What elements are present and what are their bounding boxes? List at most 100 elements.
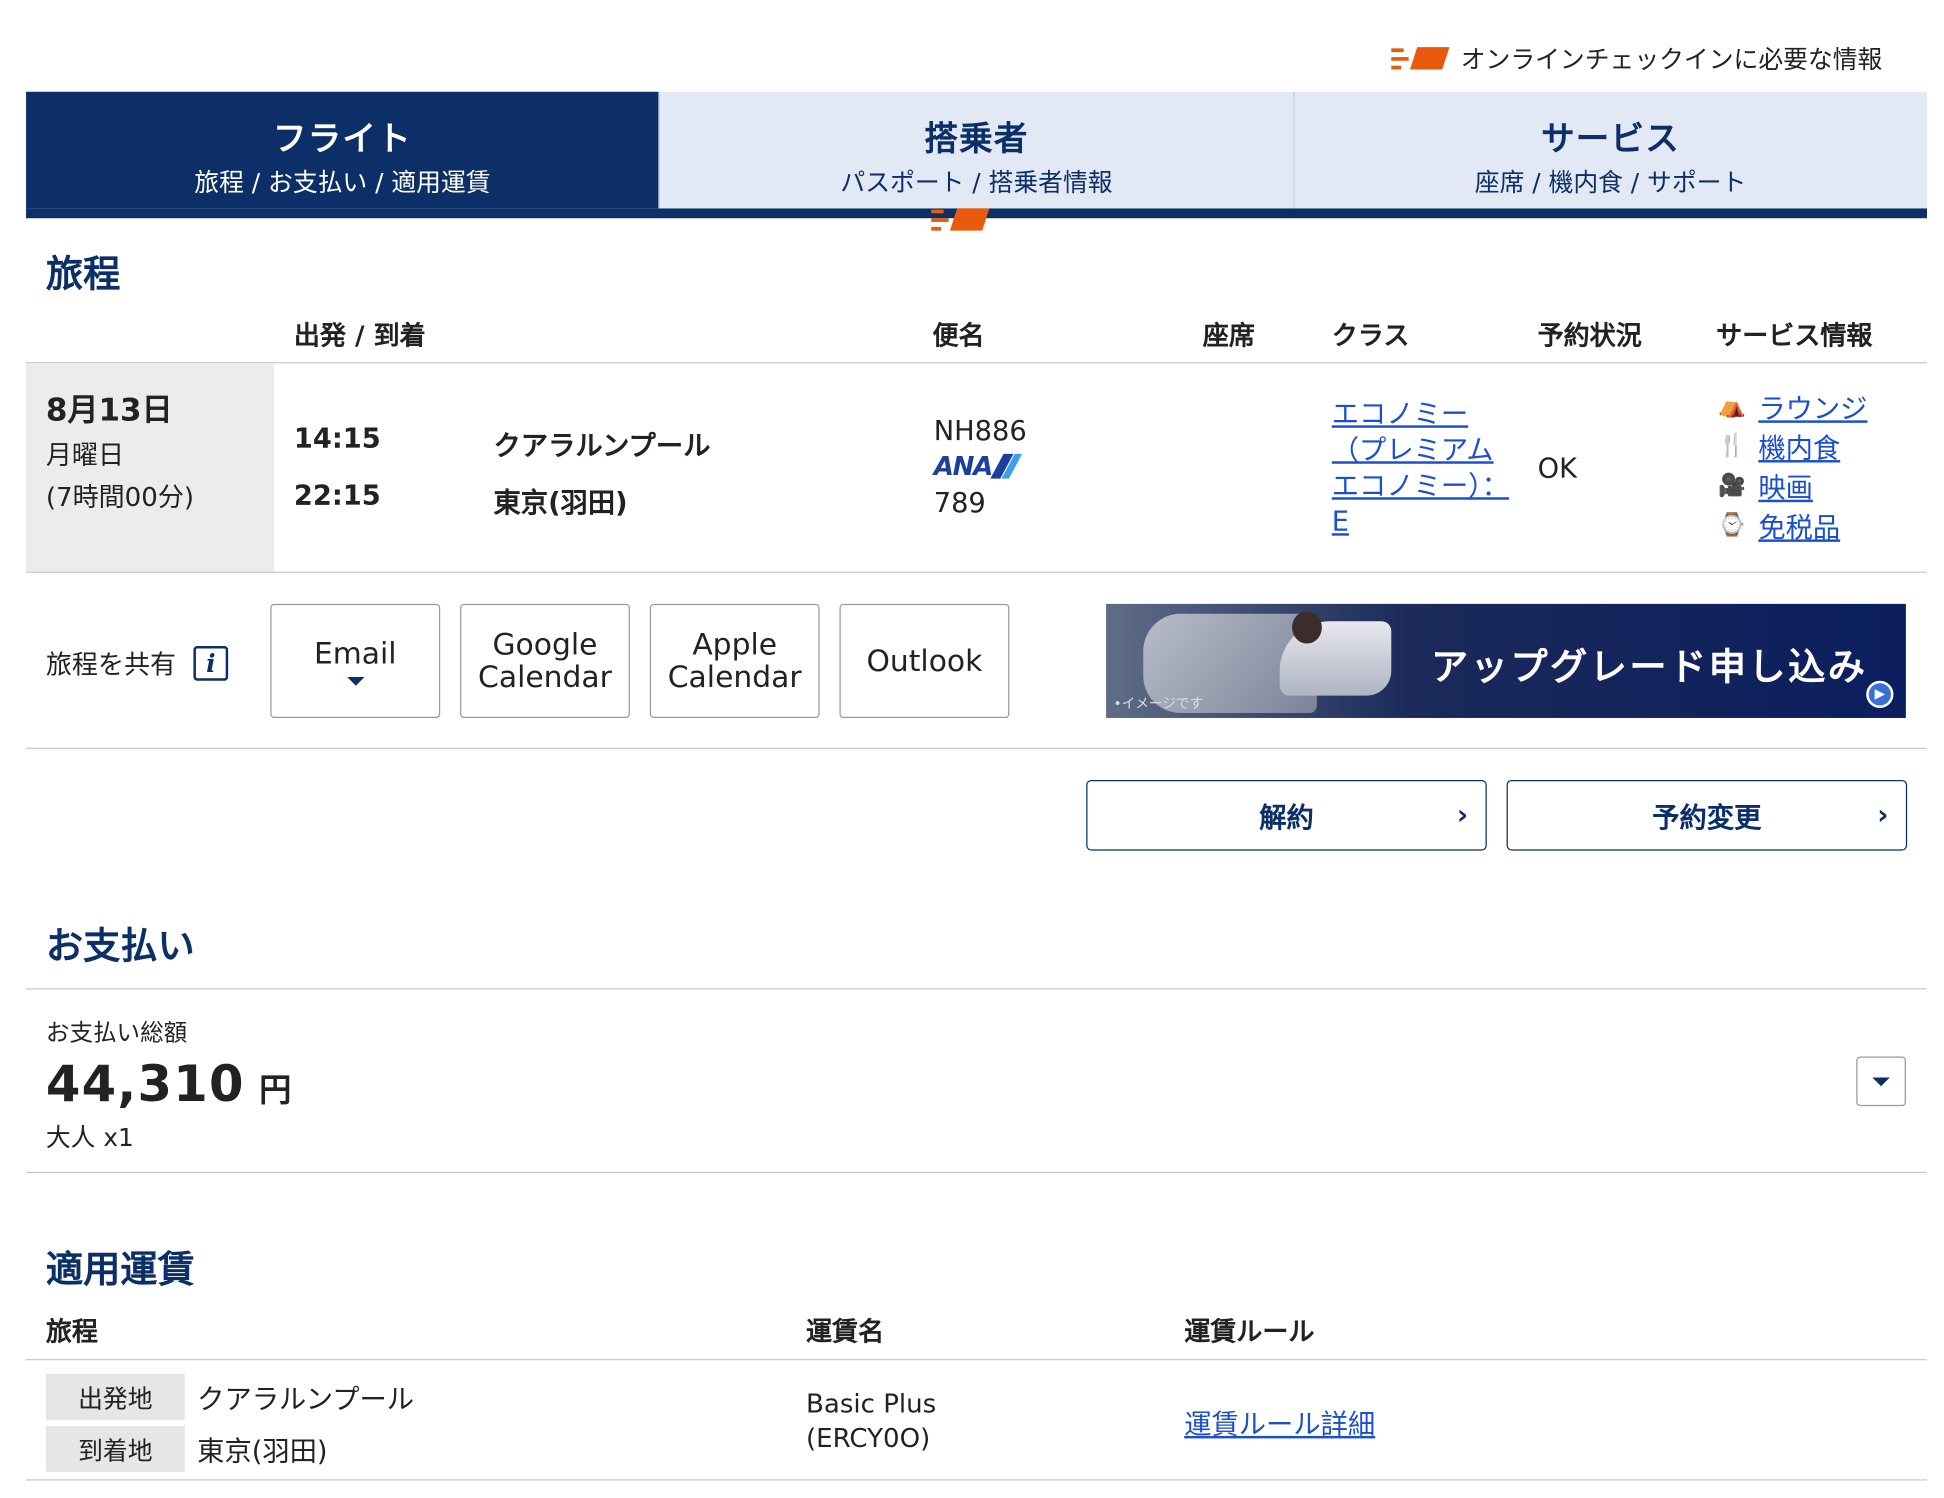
reservation-status: OK bbox=[1537, 453, 1577, 485]
service-lounge[interactable]: ⛺ ラウンジ bbox=[1716, 387, 1867, 427]
service-meal-label: 機内食 bbox=[1758, 434, 1841, 465]
origin-city: クアラルンプール bbox=[197, 1384, 415, 1416]
divider bbox=[26, 362, 1927, 364]
aircraft-type: 789 bbox=[933, 488, 986, 520]
change-reservation-label: 予約変更 bbox=[1652, 802, 1762, 834]
fare-destination-row: 到着地 東京(羽田) bbox=[45, 1426, 328, 1472]
banner-note: •イメージです bbox=[1113, 695, 1204, 712]
flight-number: NH886 bbox=[933, 416, 1027, 448]
divider bbox=[26, 1479, 1927, 1481]
flight-date: 8月13日 bbox=[45, 391, 173, 428]
destination-city: 東京(羽田) bbox=[197, 1436, 328, 1468]
online-checkin-label: オンラインチェックインに必要な情報 bbox=[1460, 44, 1883, 75]
fare-class-line: （プレミアム bbox=[1331, 435, 1494, 467]
col-seat: 座席 bbox=[1202, 321, 1255, 351]
service-movie[interactable]: 🎥 映画 bbox=[1716, 466, 1867, 506]
fare-class-link[interactable]: エコノミー （プレミアム エコノミー）： E bbox=[1332, 397, 1509, 541]
tab-passenger[interactable]: 搭乗者 パスポート / 搭乗者情報 bbox=[658, 91, 1293, 231]
fare-name-code: (ERCY0O) bbox=[806, 1423, 931, 1454]
tab-flight-title: フライト bbox=[272, 120, 412, 159]
arrival-city: 東京(羽田) bbox=[493, 488, 628, 520]
flight-date-cell: 8月13日 月曜日 (7時間00分) bbox=[26, 363, 275, 572]
apple-calendar-label: Calendar bbox=[667, 659, 802, 695]
share-email-label: Email bbox=[313, 635, 397, 671]
share-itinerary: 旅程を共有 i bbox=[45, 645, 229, 682]
fare-name: Basic Plus (ERCY0O) bbox=[806, 1386, 936, 1455]
online-checkin-info-link[interactable]: オンラインチェックインに必要な情報 bbox=[1391, 40, 1882, 76]
main-tabs: フライト 旅程 / お支払い / 適用運賃 搭乗者 パスポート / 搭乗者情報 … bbox=[26, 91, 1927, 231]
apple-calendar-label: Apple bbox=[692, 627, 778, 663]
meal-icon: 🍴 bbox=[1718, 432, 1747, 459]
divider bbox=[26, 1171, 1927, 1174]
fare-col-itinerary: 旅程 bbox=[45, 1316, 98, 1347]
lounge-icon: ⛺ bbox=[1718, 393, 1747, 420]
flight-duration: (7時間00分) bbox=[45, 482, 195, 513]
col-flight: 便名 bbox=[932, 321, 985, 351]
payment-passengers: 大人 x1 bbox=[45, 1122, 134, 1152]
col-status: 予約状況 bbox=[1537, 321, 1642, 351]
share-google-calendar-button[interactable]: Google Calendar bbox=[460, 603, 630, 718]
movie-icon: 🎥 bbox=[1718, 472, 1747, 499]
departure-city: クアラルンプール bbox=[493, 431, 711, 463]
col-service: サービス情報 bbox=[1716, 321, 1873, 351]
upgrade-banner[interactable]: アップグレード申し込み •イメージです ▶ bbox=[1106, 603, 1906, 718]
tab-flight[interactable]: フライト 旅程 / お支払い / 適用運賃 bbox=[26, 91, 659, 209]
service-links: ⛺ ラウンジ 🍴 機内食 🎥 映画 ⌚ 免税品 bbox=[1716, 387, 1867, 546]
ticket-icon bbox=[931, 206, 991, 233]
duty-free-icon: ⌚ bbox=[1718, 512, 1747, 539]
chevron-down-icon bbox=[346, 676, 364, 686]
fare-class-line: E bbox=[1331, 507, 1350, 539]
divider bbox=[26, 988, 1927, 990]
tab-passenger-sub: パスポート / 搭乗者情報 bbox=[840, 167, 1113, 198]
chevron-right-icon: › bbox=[1456, 799, 1469, 831]
arrival-time: 22:15 bbox=[293, 481, 381, 513]
upgrade-banner-text: アップグレード申し込み bbox=[1430, 646, 1868, 690]
tab-service[interactable]: サービス 座席 / 機内食 / サポート bbox=[1292, 91, 1927, 209]
fare-origin-row: 出発地 クアラルンプール bbox=[45, 1373, 415, 1420]
chevron-right-icon: › bbox=[1877, 799, 1889, 831]
payment-amount: 44,310 bbox=[45, 1056, 245, 1114]
fare-class-line: エコノミー bbox=[1331, 399, 1469, 431]
fare-col-rules: 運賃ルール bbox=[1184, 1316, 1315, 1347]
payment-currency: 円 bbox=[259, 1072, 292, 1110]
share-label: 旅程を共有 bbox=[45, 649, 177, 680]
divider bbox=[26, 571, 1927, 573]
origin-tag: 出発地 bbox=[45, 1373, 185, 1420]
outlook-label: Outlook bbox=[866, 643, 983, 679]
payment-total-label: お支払い総額 bbox=[45, 1019, 188, 1047]
tab-flight-sub: 旅程 / お支払い / 適用運賃 bbox=[194, 167, 491, 198]
arrow-right-icon: ▶ bbox=[1866, 680, 1894, 709]
ana-logo: ANA bbox=[934, 451, 1023, 481]
service-movie-label: 映画 bbox=[1758, 473, 1813, 505]
tab-service-sub: 座席 / 機内食 / サポート bbox=[1474, 167, 1747, 198]
change-reservation-button[interactable]: 予約変更 › bbox=[1506, 779, 1908, 851]
payment-title: お支払い bbox=[45, 925, 195, 969]
service-meal[interactable]: 🍴 機内食 bbox=[1716, 427, 1867, 467]
col-class: クラス bbox=[1331, 321, 1410, 351]
flight-weekday: 月曜日 bbox=[45, 440, 124, 470]
chevron-down-icon bbox=[1872, 1076, 1890, 1086]
share-apple-calendar-button[interactable]: Apple Calendar bbox=[649, 603, 820, 718]
info-icon[interactable]: i bbox=[193, 646, 229, 681]
payment-expand-button[interactable] bbox=[1856, 1056, 1906, 1107]
fare-title: 適用運賃 bbox=[45, 1248, 195, 1293]
fare-name-line: Basic Plus bbox=[806, 1388, 937, 1419]
share-outlook-button[interactable]: Outlook bbox=[839, 603, 1010, 718]
fare-class-line: エコノミー）： bbox=[1331, 471, 1510, 503]
service-duty-free[interactable]: ⌚ 免税品 bbox=[1716, 506, 1867, 546]
fare-rules-link[interactable]: 運賃ルール詳細 bbox=[1184, 1402, 1375, 1442]
itinerary-title: 旅程 bbox=[45, 252, 121, 297]
cancel-button-label: 解約 bbox=[1259, 802, 1314, 834]
google-calendar-label: Google bbox=[492, 627, 598, 663]
google-calendar-label: Calendar bbox=[478, 659, 612, 695]
departure-time: 14:15 bbox=[293, 424, 381, 456]
tab-service-title: サービス bbox=[1541, 120, 1680, 159]
tab-passenger-title: 搭乗者 bbox=[924, 120, 1029, 159]
ticket-icon bbox=[1391, 44, 1450, 71]
destination-tag: 到着地 bbox=[45, 1426, 185, 1472]
service-lounge-label: ラウンジ bbox=[1758, 394, 1868, 426]
divider bbox=[26, 1359, 1927, 1361]
share-email-button[interactable]: Email bbox=[270, 603, 441, 718]
service-duty-free-label: 免税品 bbox=[1758, 513, 1841, 545]
cancel-button[interactable]: 解約 › bbox=[1086, 779, 1487, 851]
